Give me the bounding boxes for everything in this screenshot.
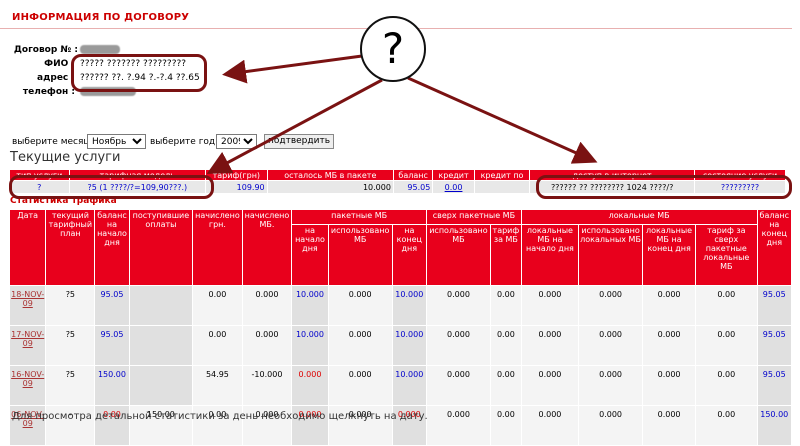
question-mark-annotation: ? bbox=[360, 16, 426, 82]
arrow-to-contact bbox=[222, 54, 363, 84]
arrow-to-access bbox=[407, 76, 598, 164]
arrow-to-tariff bbox=[206, 78, 383, 174]
